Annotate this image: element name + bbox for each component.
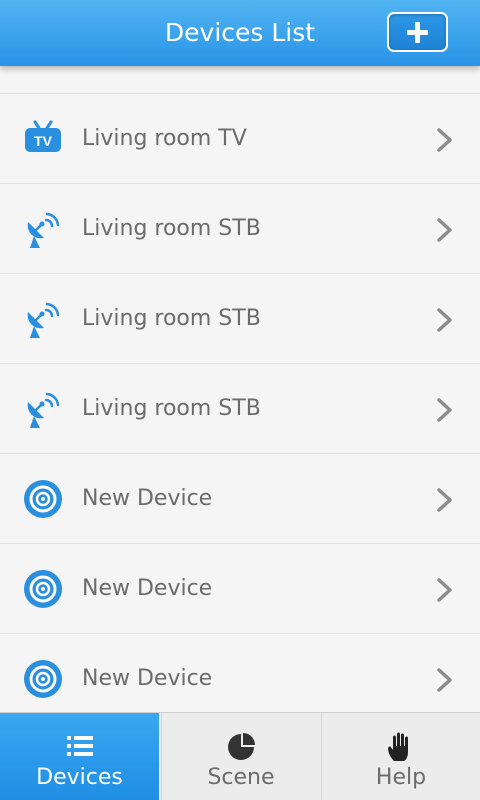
device-row-new-device[interactable]: New Device (0, 454, 480, 544)
header-bar: Devices List (0, 0, 480, 66)
satellite-dish-icon (27, 212, 60, 248)
device-name: Living room STB (82, 216, 261, 241)
pie-chart-icon (228, 733, 255, 760)
chevron-right-icon (437, 128, 452, 152)
list-top-spacer (0, 66, 480, 94)
device-list[interactable]: TV Living room TV Living room STB Living… (0, 66, 480, 712)
device-row-living-room-tv[interactable]: TV Living room TV (0, 94, 480, 184)
add-device-button[interactable] (387, 12, 448, 52)
device-name: New Device (82, 576, 213, 601)
tab-label: Help (375, 765, 427, 790)
satellite-dish-icon (27, 392, 60, 428)
device-row-living-room-stb[interactable]: Living room STB (0, 184, 480, 274)
device-name: New Device (82, 666, 213, 691)
speaker-icon (24, 570, 62, 608)
chevron-right-icon (437, 218, 452, 242)
hand-icon (388, 732, 408, 761)
svg-text:TV: TV (34, 133, 53, 149)
tab-help[interactable]: Help (321, 713, 480, 800)
tv-icon: TV (25, 120, 61, 152)
bottom-tab-bar: Devices Scene Help (0, 712, 480, 800)
tab-label: Devices (36, 765, 123, 790)
tab-devices[interactable]: Devices (0, 713, 159, 800)
list-icon (66, 736, 93, 756)
device-row-new-device[interactable]: New Device (0, 634, 480, 712)
device-row-living-room-stb[interactable]: Living room STB (0, 274, 480, 364)
tab-label: Scene (207, 765, 275, 790)
device-row-new-device[interactable]: New Device (0, 544, 480, 634)
chevron-right-icon (437, 308, 452, 332)
chevron-right-icon (437, 578, 452, 602)
chevron-right-icon (437, 668, 452, 692)
speaker-icon (24, 480, 62, 518)
device-name: Living room TV (82, 126, 247, 151)
speaker-icon (24, 660, 62, 698)
device-name: Living room STB (82, 306, 261, 331)
satellite-dish-icon (27, 302, 60, 338)
chevron-right-icon (437, 398, 452, 422)
tab-scene[interactable]: Scene (161, 713, 320, 800)
device-row-living-room-stb[interactable]: Living room STB (0, 364, 480, 454)
device-name: New Device (82, 486, 213, 511)
chevron-right-icon (437, 488, 452, 512)
device-name: Living room STB (82, 396, 261, 421)
